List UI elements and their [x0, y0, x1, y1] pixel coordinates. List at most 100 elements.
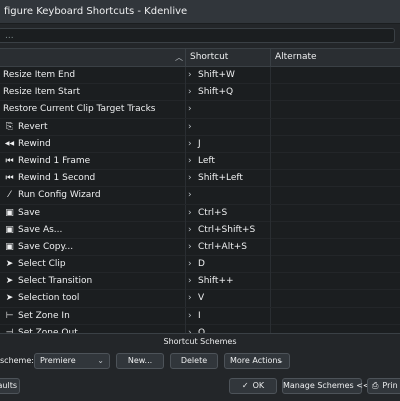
- shortcut-value[interactable]: Ctrl+S: [198, 205, 227, 222]
- action-name: Rewind: [18, 138, 51, 149]
- table-row[interactable]: ⏮ Rewind 1 Second › Shift+Left: [0, 170, 400, 188]
- chevron-right-icon[interactable]: ›: [188, 256, 192, 273]
- action-name: Save Copy...: [18, 241, 74, 252]
- column-divider: [270, 118, 271, 136]
- search-input[interactable]: [0, 28, 395, 43]
- new-scheme-button[interactable]: New...: [116, 353, 164, 369]
- action-name: Set Zone Out: [18, 327, 78, 333]
- chevron-right-icon[interactable]: ›: [188, 308, 192, 325]
- manage-schemes-button[interactable]: Manage Schemes <<: [282, 378, 370, 394]
- chevron-right-icon[interactable]: ›: [188, 205, 192, 222]
- shortcut-value[interactable]: V: [198, 290, 204, 307]
- sort-ascending-icon[interactable]: ︿: [175, 49, 183, 66]
- column-divider: [185, 152, 186, 170]
- column-divider: [185, 170, 186, 188]
- column-divider: [270, 273, 271, 291]
- shortcut-value[interactable]: Ctrl+Alt+S: [198, 239, 247, 256]
- chevron-right-icon[interactable]: ›: [188, 187, 192, 204]
- shortcuts-table[interactable]: ︿ Shortcut Alternate Resize Item End › Shi…: [0, 48, 400, 333]
- chevron-right-icon[interactable]: ›: [188, 290, 192, 307]
- table-row[interactable]: ➤ Select Transition › Shift++: [0, 273, 400, 291]
- table-row[interactable]: ▣ Save As... › Ctrl+Shift+S: [0, 221, 400, 239]
- zone-in-icon: ⊢: [5, 310, 14, 321]
- table-row[interactable]: ▣ Save Copy... › Ctrl+Alt+S: [0, 238, 400, 257]
- column-divider: [185, 84, 186, 102]
- table-row[interactable]: ▣ Save › Ctrl+S: [0, 204, 400, 222]
- scheme-select[interactable]: Premiere ⌄: [34, 353, 110, 369]
- chevron-right-icon[interactable]: ›: [188, 273, 192, 290]
- table-row[interactable]: ➤ Select Clip › D: [0, 256, 400, 274]
- action-name: Revert: [18, 121, 48, 132]
- chevron-right-icon[interactable]: ›: [188, 84, 192, 101]
- checkmark-icon: ✓: [241, 381, 249, 390]
- title-bar: figure Keyboard Shortcuts - Kdenlive: [0, 0, 400, 24]
- column-divider: [185, 273, 186, 291]
- chevron-right-icon[interactable]: ›: [188, 136, 192, 153]
- shortcut-value[interactable]: I: [198, 308, 201, 325]
- table-row[interactable]: ⊢ Set Zone In › I: [0, 307, 400, 325]
- column-divider: [185, 307, 186, 325]
- action-name: Rewind 1 Second: [18, 173, 96, 184]
- table-row[interactable]: ⁄ Run Config Wizard ›: [0, 187, 400, 205]
- select-clip-icon: ➤: [5, 259, 14, 270]
- chevron-right-icon[interactable]: ›: [188, 325, 192, 333]
- column-divider: [270, 290, 271, 308]
- action-name: Select Clip: [18, 259, 66, 270]
- column-divider: [270, 238, 271, 256]
- column-divider: [270, 256, 271, 274]
- table-row[interactable]: Restore Current Clip Target Tracks ›: [0, 101, 400, 119]
- shortcut-value[interactable]: Shift+W: [198, 67, 235, 84]
- chevron-right-icon[interactable]: ›: [188, 170, 192, 187]
- more-actions-label: More Actions: [230, 356, 282, 365]
- selection-tool-icon: ➤: [5, 293, 14, 304]
- column-divider: [270, 67, 271, 84]
- chevron-right-icon[interactable]: ›: [188, 67, 192, 84]
- chevron-right-icon[interactable]: ›: [188, 101, 192, 118]
- table-row[interactable]: ⊣ Set Zone Out › O: [0, 324, 400, 333]
- chevron-down-icon: ⌄: [97, 356, 104, 365]
- chevron-right-icon[interactable]: ›: [188, 222, 192, 239]
- printer-icon: ⎙: [372, 381, 379, 390]
- column-divider: [185, 135, 186, 153]
- ok-button[interactable]: ✓ OK: [229, 378, 277, 394]
- column-header-alternate[interactable]: Alternate: [270, 49, 400, 66]
- column-divider: [270, 307, 271, 325]
- save-copy-icon: ▣: [5, 241, 14, 252]
- column-divider: [185, 204, 186, 222]
- chevron-right-icon[interactable]: ›: [188, 119, 192, 136]
- column-divider: [185, 118, 186, 136]
- save-icon: ▣: [5, 207, 14, 218]
- shortcut-value[interactable]: Shift++: [198, 273, 234, 290]
- shortcut-value[interactable]: Shift+Q: [198, 84, 233, 101]
- scheme-select-value: Premiere: [40, 356, 76, 365]
- defaults-button[interactable]: aults: [0, 378, 20, 394]
- table-row[interactable]: Resize Item End › Shift+W: [0, 67, 400, 85]
- table-row[interactable]: ⏮ Rewind 1 Frame › Left: [0, 152, 400, 171]
- table-row[interactable]: Resize Item Start › Shift+Q: [0, 84, 400, 102]
- shortcut-value[interactable]: D: [198, 256, 205, 273]
- action-name: Restore Current Clip Target Tracks: [3, 104, 156, 115]
- chevron-down-icon: ⌄: [277, 356, 284, 365]
- chevron-right-icon[interactable]: ›: [188, 153, 192, 170]
- scheme-label: scheme:: [0, 356, 34, 365]
- more-actions-button[interactable]: More Actions ⌄: [224, 353, 290, 369]
- print-button[interactable]: ⎙ Prin: [367, 378, 400, 394]
- shortcut-value[interactable]: Shift+Left: [198, 170, 243, 187]
- shortcut-value[interactable]: Left: [198, 153, 215, 170]
- shortcut-value[interactable]: Ctrl+Shift+S: [198, 222, 255, 239]
- delete-scheme-button[interactable]: Delete: [170, 353, 218, 369]
- wand-icon: ⁄: [8, 190, 11, 201]
- column-divider: [185, 221, 186, 239]
- chevron-right-icon[interactable]: ›: [188, 239, 192, 256]
- action-name: Select Transition: [18, 276, 93, 287]
- column-divider: [270, 324, 271, 333]
- table-row[interactable]: ➤ Selection tool › V: [0, 290, 400, 308]
- shortcut-value[interactable]: J: [198, 136, 201, 153]
- rewind-icon: ◀◀: [4, 139, 15, 147]
- table-row[interactable]: ⎘ Revert ›: [0, 118, 400, 136]
- table-row[interactable]: ◀◀ Rewind › J: [0, 135, 400, 153]
- ok-label: OK: [252, 381, 265, 390]
- rewind-second-icon: ⏮: [5, 173, 14, 184]
- shortcut-value[interactable]: O: [198, 325, 205, 333]
- column-header-shortcut[interactable]: Shortcut: [185, 49, 270, 66]
